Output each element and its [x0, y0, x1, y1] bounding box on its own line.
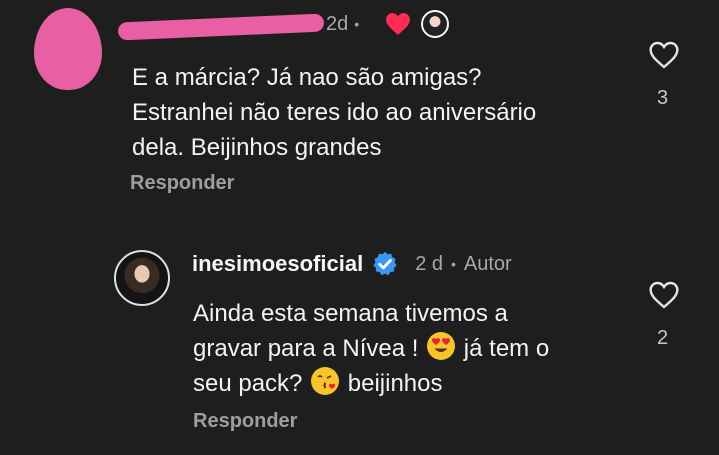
reply-author-avatar[interactable] — [114, 250, 170, 306]
verified-badge-icon — [373, 251, 397, 276]
reply-time: 2 d — [415, 252, 443, 275]
reply-header: inesimoesoficial 2 d • Autor — [192, 250, 512, 278]
reply-username[interactable]: inesimoesoficial — [192, 251, 363, 277]
like-count: 3 — [657, 87, 669, 109]
kissing-heart-icon — [312, 368, 339, 394]
reply-line: seu pack? beijinhos — [193, 366, 549, 401]
comment-line: Estranhei não teres ido ao aniversário — [132, 99, 537, 126]
reply-text: gravar para a Nívea ! — [193, 335, 419, 362]
comment-line: E a márcia? Já nao são amigas? — [132, 64, 482, 91]
reply-text: seu pack? — [193, 370, 303, 397]
heart-eyes-emoji-icon — [427, 332, 456, 360]
comment-line: dela. Beijinhos grandes — [132, 134, 382, 161]
comment-meta: 2d • — [326, 10, 450, 38]
reply-line: gravar para a Nívea ! já tem o — [193, 331, 549, 366]
kissing-heart-emoji-icon — [311, 367, 340, 395]
like-count: 2 — [657, 327, 669, 349]
creator-mini-avatar — [421, 10, 450, 38]
reply-line: Ainda esta semana tivemos a — [193, 300, 508, 327]
reply-button[interactable]: Responder — [130, 172, 234, 195]
comment-time: 2d — [326, 12, 349, 35]
reply-text: beijinhos — [347, 370, 443, 397]
reply-body: Ainda esta semana tivemos a gravar para … — [193, 296, 549, 401]
username-redaction — [117, 13, 325, 41]
comment-body: E a márcia? Já nao são amigas? Estranhei… — [132, 60, 536, 165]
author-tag: Autor — [463, 252, 512, 275]
meta-separator: • — [354, 16, 360, 32]
like-heart-icon[interactable] — [648, 40, 680, 70]
reply-button[interactable]: Responder — [193, 410, 297, 433]
heart-eyes-icon — [428, 333, 455, 359]
meta-separator: • — [451, 256, 456, 272]
reply-text: já tem o — [463, 335, 550, 362]
like-heart-icon[interactable] — [648, 280, 680, 310]
commenter-avatar-redacted[interactable] — [34, 8, 102, 90]
liked-by-creator-heart-icon — [386, 13, 411, 35]
